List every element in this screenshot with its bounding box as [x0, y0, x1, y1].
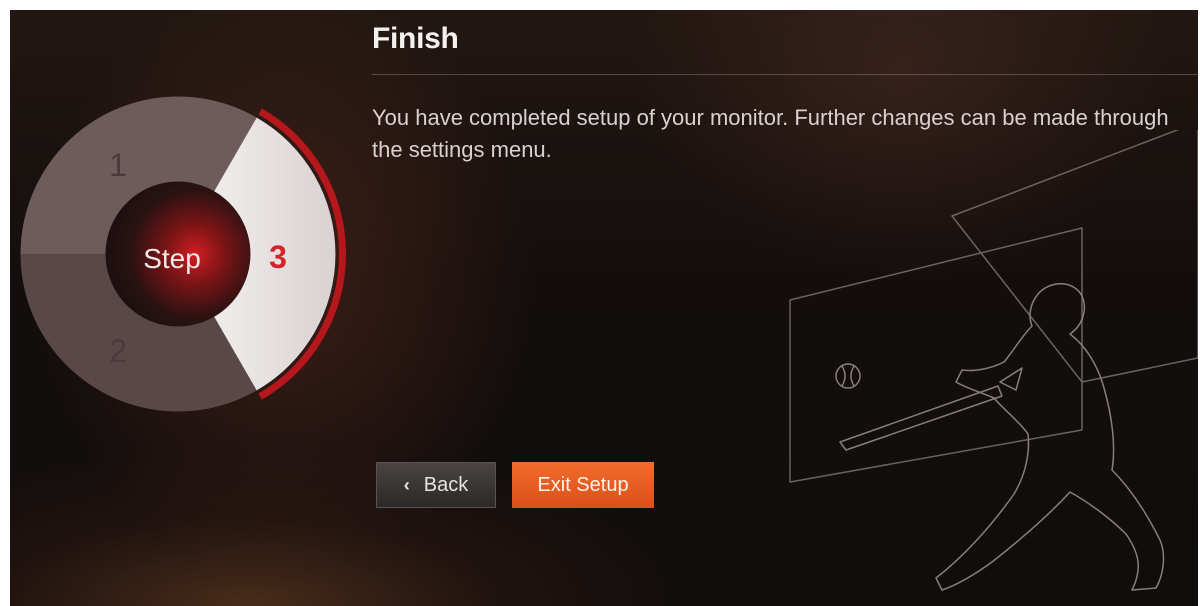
page-title: Finish	[372, 22, 459, 55]
baseball-icon	[835, 363, 861, 389]
baseball-batter-icon	[789, 130, 1198, 591]
step-number-2: 2	[109, 333, 127, 369]
back-button[interactable]: ‹ Back	[376, 462, 496, 508]
step-label: Step	[143, 243, 201, 274]
step-number-3: 3	[269, 239, 287, 275]
step-number-1: 1	[109, 147, 127, 183]
step-wheel: 1 2 Step 3	[20, 96, 346, 412]
bat-icon	[839, 385, 1003, 451]
screen-panels	[789, 130, 1198, 483]
chevron-left-icon: ‹	[403, 475, 410, 495]
exit-setup-button[interactable]: Exit Setup	[512, 462, 654, 508]
setup-screen: 1 2 Step 3 Finish You have completed set…	[10, 10, 1198, 606]
exit-setup-button-label: Exit Setup	[537, 473, 629, 496]
back-button-label: Back	[423, 473, 469, 496]
batter-silhouette	[935, 283, 1165, 591]
title-divider	[372, 74, 1198, 75]
